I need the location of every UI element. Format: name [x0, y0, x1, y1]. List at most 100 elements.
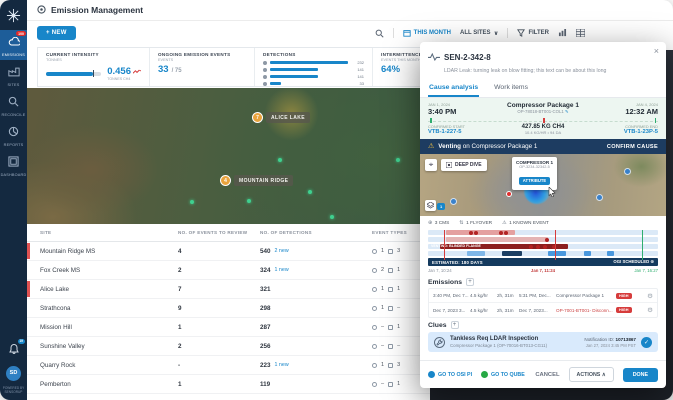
notifications-badge: 19	[18, 339, 25, 344]
card-title: CURRENT INTENSITY	[46, 52, 141, 57]
event-detail-panel: SEN-2-342-8 × LDAR Leak: turning leak on…	[420, 42, 666, 388]
tab-work-items[interactable]: Work items	[493, 81, 529, 97]
map-marker[interactable]	[450, 198, 457, 205]
filter-button[interactable]: FILTER	[517, 29, 549, 37]
user-avatar[interactable]: SD	[6, 366, 21, 381]
gear-icon[interactable]: ⚙	[647, 306, 653, 314]
satellite-view[interactable]: ⌖ DEEP DIVE COMPRESSOR 1 OP-3234-32342-5…	[420, 154, 666, 216]
chart-view-button[interactable]	[558, 29, 567, 37]
emissions-section-header: Emissions +	[420, 275, 666, 288]
app-icon	[37, 1, 46, 19]
new-button[interactable]: + NEW	[37, 26, 76, 40]
sidebar-item-label: DASHBOARD	[1, 173, 27, 177]
wrench-icon	[434, 337, 445, 348]
timeline-axis: Jan 7, 10:24 Jan 7, 11:24 Jan 7, 16:27	[428, 266, 658, 275]
add-emission-button[interactable]: +	[466, 278, 474, 286]
funnel-icon	[517, 29, 525, 37]
gear-icon[interactable]: ⚙	[647, 292, 653, 300]
deep-dive-button[interactable]: DEEP DIVE	[441, 159, 487, 171]
flyover-icon	[388, 268, 393, 273]
map-marker[interactable]	[596, 194, 603, 201]
emission-row[interactable]: 3:40 PM, Dec 7... 4.5 kg/hr 2h, 31m 5:31…	[429, 289, 657, 303]
all-sites-dropdown[interactable]: ALL SITES ∨	[460, 30, 498, 37]
this-month-filter[interactable]: THIS MONTH	[403, 29, 451, 37]
emissions-table: 3:40 PM, Dec 7... 4.5 kg/hr 2h, 31m 5:31…	[428, 288, 658, 318]
site-dot[interactable]	[308, 190, 312, 194]
confirmed-end-link[interactable]: VTB-1-23P-5	[564, 129, 658, 135]
sidebar-item-sites[interactable]: SITES	[0, 60, 27, 90]
legend-known-event: ⚠1 KNOWN EVENT	[502, 220, 549, 226]
attribute-button[interactable]: ATTRIBUTE	[519, 177, 550, 185]
notification-label: Notification ID:	[584, 337, 615, 342]
column-header[interactable]: NO. OF EVENTS TO REVIEW	[178, 230, 260, 235]
legend-flyover: ⇅1 FLYOVER	[459, 220, 492, 226]
asset-code[interactable]: OP-78018-BT001-COL1 ✎	[507, 109, 579, 115]
site-dot[interactable]	[190, 200, 194, 204]
detections-card: DETECTIONS 232 141 141 33	[255, 48, 373, 86]
map-marker[interactable]	[624, 168, 631, 175]
site-dot[interactable]	[247, 199, 251, 203]
confirmed-start-link[interactable]: VTB-1-227-5	[428, 129, 522, 135]
site-dot[interactable]	[396, 158, 400, 162]
map-marker-alice-lake[interactable]: 7 ALICE LAKE	[252, 112, 310, 123]
events-value: 33	[158, 64, 169, 75]
layers-badge: 1	[437, 203, 445, 210]
card-title: DETECTIONS	[263, 52, 364, 57]
sidebar-item-reconcile[interactable]: RECONCILE	[0, 90, 27, 120]
sidebar-item-label: EMISSIONS	[2, 53, 25, 57]
clue-check-icon[interactable]: ✓	[641, 337, 652, 348]
panel-footer: GO TO OSI PI GO TO QUBE CANCEL ACTIONS ∧…	[420, 360, 666, 388]
pie-chart-icon	[8, 124, 19, 142]
cancel-button[interactable]: CANCEL	[535, 372, 559, 378]
clues-section-header: Clues +	[420, 318, 666, 331]
clue-card[interactable]: Tankless Req LDAR Inspection Compressor …	[428, 332, 658, 352]
venting-bar-label: VENTING: BLINDED FLANGE	[431, 244, 481, 249]
sidebar-item-dashboard[interactable]: DASHBOARD	[0, 150, 27, 180]
magnifier-icon	[8, 94, 19, 112]
sidebar-item-emissions[interactable]: 100 EMISSIONS	[0, 30, 27, 60]
close-icon[interactable]: ×	[654, 47, 659, 56]
new-detections-chip: 1 new	[275, 267, 289, 273]
panel-tabs: Cause analysis Work items	[420, 81, 666, 98]
cms-icon	[372, 287, 377, 292]
alert-indicator	[27, 281, 30, 297]
cause-banner: ⚠ Venting on Compressor Package 1 CONFIR…	[420, 139, 666, 154]
detection-type-icon	[263, 75, 267, 79]
add-clue-button[interactable]: +	[451, 321, 459, 329]
actions-dropdown-button[interactable]: ACTIONS ∧	[569, 367, 614, 382]
emissions-title: Emissions	[428, 279, 462, 286]
emission-rate: 10.4 KG/HR • 94 DA	[522, 130, 565, 135]
search-icon[interactable]	[375, 29, 384, 38]
axis-end: Jan 7, 16:27	[634, 268, 658, 273]
sidebar: 100 EMISSIONS SITES RECONCILE REPORTS DA…	[0, 0, 27, 400]
done-button[interactable]: DONE	[623, 368, 658, 382]
event-timeline[interactable]: VENTING: BLINDED FLANGE ESTIMATED: 180 D…	[428, 230, 658, 275]
table-view-button[interactable]	[576, 29, 585, 37]
tab-cause-analysis[interactable]: Cause analysis	[428, 81, 479, 97]
cms-icon	[372, 268, 377, 273]
edit-icon[interactable]: ✎	[565, 109, 569, 114]
sidebar-item-label: SITES	[8, 83, 20, 87]
go-to-qube-link[interactable]: GO TO QUBE	[481, 371, 525, 378]
notifications-button[interactable]: 19	[8, 342, 20, 360]
cms-icon	[372, 363, 377, 368]
tooltip-code: OP-3234-32342-5	[516, 165, 553, 169]
leak-source-dot	[506, 191, 512, 197]
go-to-osi-pi-link[interactable]: GO TO OSI PI	[428, 371, 472, 378]
site-dot[interactable]	[330, 215, 334, 219]
sidebar-item-label: REPORTS	[4, 143, 24, 147]
panel-header: SEN-2-342-8 × LDAR Leak: turning leak on…	[420, 42, 666, 78]
card-subtitle: EVENTS	[158, 58, 246, 62]
event-subtitle: LDAR Leak: turning leak on blow fitting;…	[444, 68, 658, 74]
marker-label: MOUNTAIN RIDGE	[234, 175, 293, 186]
column-header[interactable]: SITE	[40, 230, 178, 235]
emission-row[interactable]: Dec 7, 2023 3... 4.5 kg/hr 2h, 31m Dec 7…	[429, 303, 657, 317]
sidebar-item-reports[interactable]: REPORTS	[0, 120, 27, 150]
confirm-cause-button[interactable]: CONFIRM CAUSE	[607, 144, 658, 150]
site-dot[interactable]	[278, 158, 282, 162]
cursor-icon	[548, 184, 556, 202]
recenter-button[interactable]: ⌖	[425, 159, 437, 171]
layers-button[interactable]	[425, 200, 436, 211]
map-marker-mountain-ridge[interactable]: 4 MOUNTAIN RIDGE	[220, 175, 293, 186]
column-header[interactable]: NO. OF DETECTIONS	[260, 230, 372, 235]
